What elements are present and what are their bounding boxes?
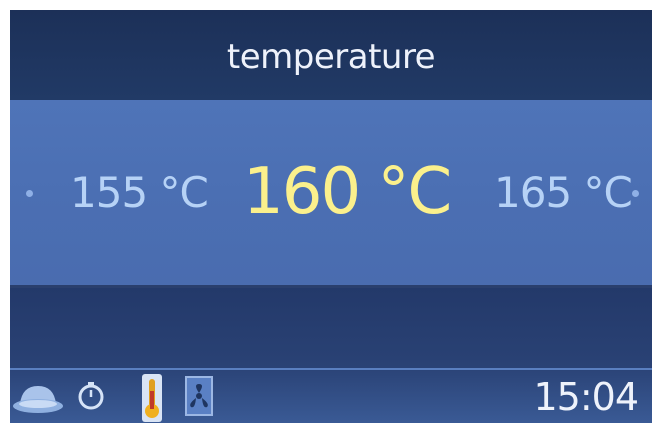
dish-icon[interactable] (12, 382, 64, 416)
fan-icon[interactable] (185, 376, 213, 416)
timer-icon[interactable] (76, 381, 106, 411)
thermometer-icon[interactable] (140, 373, 164, 423)
scroll-right-dot-icon[interactable] (632, 190, 639, 197)
empty-panel (10, 288, 652, 368)
next-temperature-option[interactable]: 165 °C (494, 102, 633, 282)
selected-temperature[interactable]: 160 °C (243, 102, 452, 282)
clock: 15:04 (533, 375, 639, 419)
header-bar: temperature (10, 10, 652, 100)
scroll-left-dot-icon[interactable] (26, 190, 33, 197)
page-title: temperature (226, 37, 436, 77)
previous-temperature-option[interactable]: 155 °C (70, 102, 209, 282)
oven-display: temperature 155 °C 160 °C 165 °C 15:04 (10, 10, 652, 423)
status-bar: 15:04 (10, 368, 652, 423)
